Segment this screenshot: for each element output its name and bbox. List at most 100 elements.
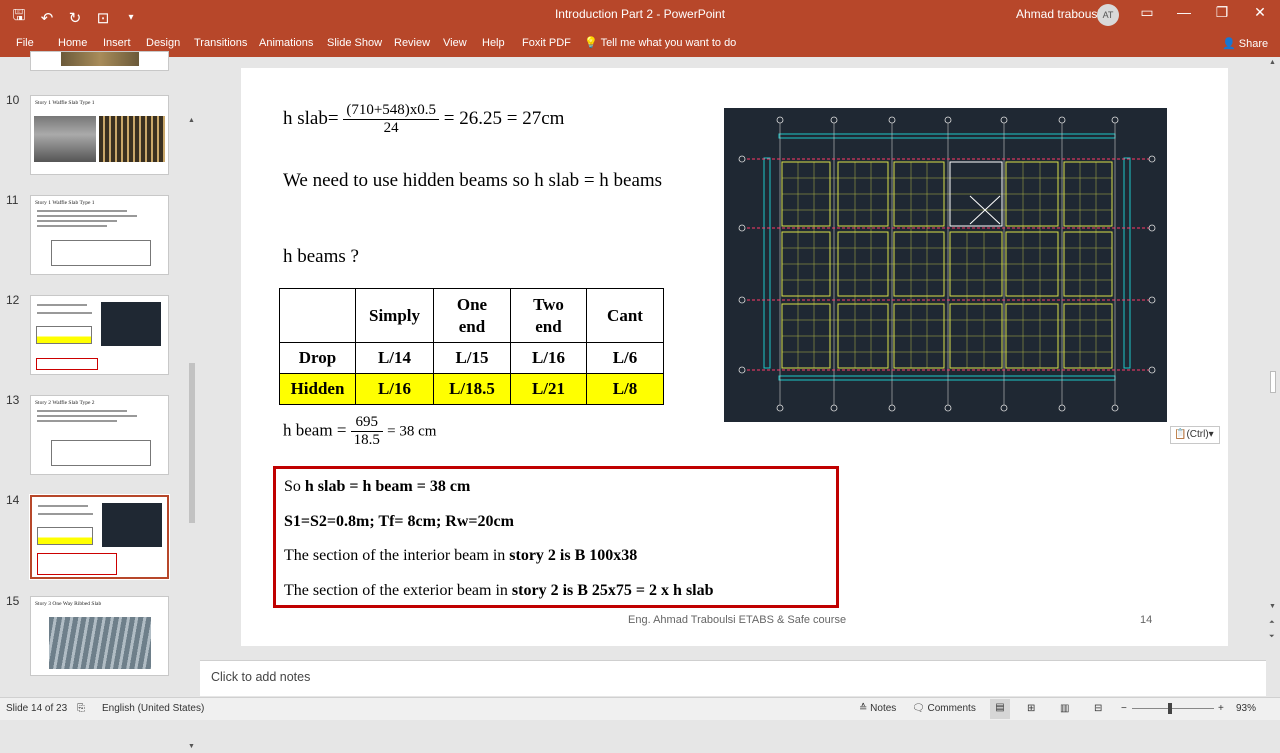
header-one: One	[456, 294, 488, 314]
table-header-row: Simply One end Two end Cant	[279, 288, 664, 343]
tab-transitions[interactable]: Transitions	[194, 37, 247, 49]
thumb-number: 15	[6, 594, 20, 608]
restore-icon[interactable]: ❐	[1211, 4, 1233, 21]
hbeam-numerator: 695	[350, 414, 383, 432]
scroll-down-icon[interactable]: ▼	[188, 743, 195, 750]
table-header-cell: Simply	[355, 288, 434, 343]
reading-view-icon[interactable]: ▥	[1060, 703, 1069, 714]
notes-pane[interactable]: Click to add notes	[200, 660, 1266, 696]
thumb-text-line	[37, 410, 127, 412]
previous-slide-icon[interactable]: ⏶	[1269, 619, 1275, 627]
thumbnail-15[interactable]: Story 3 One Way Ribbed Slab	[30, 596, 169, 676]
table-row: Drop L/14 L/15 L/16 L/6	[279, 342, 664, 374]
comments-toggle[interactable]: 🗨 Comments	[912, 703, 976, 714]
hidden-beams-text[interactable]: We need to use hidden beams so h slab = …	[283, 168, 663, 193]
ribbon-display-icon[interactable]: ▭	[1136, 4, 1158, 21]
scroll-thumb[interactable]	[1270, 371, 1276, 393]
hslab-fraction: (710+548)x0.5 24	[343, 102, 440, 137]
table-header-cell	[279, 288, 356, 343]
thumbnail-14[interactable]	[29, 494, 170, 580]
scroll-thumb[interactable]	[189, 363, 195, 523]
share-label: Share	[1238, 38, 1269, 50]
thumb-title: Story 1 Waffle Slab Type 1	[35, 200, 95, 206]
table-cell: L/15	[433, 342, 511, 374]
minimize-icon[interactable]: —	[1173, 4, 1195, 20]
paste-options-button[interactable]: 📋(Ctrl)▾	[1170, 426, 1220, 444]
tell-me-box[interactable]: 💡 Tell me what you want to do	[584, 36, 736, 49]
table-header-cell: Cant	[586, 288, 664, 343]
tab-review[interactable]: Review	[394, 37, 430, 49]
thumb-photo	[49, 617, 151, 669]
zoom-level[interactable]: 93%	[1236, 703, 1256, 714]
thumb-title: Story 2 Waffle Slab Type 2	[35, 400, 95, 406]
conclusion-box[interactable]: So h slab = h beam = 38 cm S1=S2=0.8m; T…	[273, 466, 839, 608]
thumb-text-line	[37, 210, 127, 212]
scroll-down-icon[interactable]: ▼	[1269, 603, 1276, 610]
slide-sorter-icon[interactable]: ⊞	[1027, 703, 1035, 714]
scroll-up-icon[interactable]: ▲	[1269, 59, 1276, 66]
notes-icon: ≙	[859, 703, 868, 714]
thumb-red-box	[36, 358, 98, 370]
slideshow-icon[interactable]: ⊟	[1094, 703, 1102, 714]
thumb-title: Story 1 Waffle Slab Type 1	[35, 100, 95, 106]
share-button[interactable]: 👤 Share	[1222, 37, 1268, 50]
zoom-slider-thumb[interactable]	[1168, 703, 1172, 714]
tell-me-label: Tell me what you want to do	[600, 37, 737, 49]
zoom-out-icon[interactable]: −	[1121, 703, 1127, 714]
tab-slide-show[interactable]: Slide Show	[327, 37, 382, 49]
tab-foxit-pdf[interactable]: Foxit PDF	[522, 37, 571, 49]
hbeam-formula[interactable]: h beam = 695 18.5 = 38 cm	[283, 414, 436, 449]
editor-scrollbar[interactable]: ▲ ▼ ⏶ ⏷	[1266, 57, 1280, 697]
hbeam-denominator: 18.5	[353, 432, 380, 448]
floor-plan-image[interactable]	[724, 108, 1167, 422]
table-cell: Drop	[279, 342, 356, 374]
thumb-number: 12	[6, 293, 20, 307]
h-beams-question[interactable]: h beams ?	[283, 246, 359, 268]
tab-view[interactable]: View	[443, 37, 467, 49]
tab-help[interactable]: Help	[482, 37, 505, 49]
thumbnail-scrollbar[interactable]: ▲ ▼	[186, 117, 198, 753]
language-indicator[interactable]: English (United States)	[102, 703, 204, 714]
line-bold: S1=S2=0.8m; Tf= 8cm; Rw=20cm	[284, 513, 514, 530]
thumb-photo	[99, 116, 165, 162]
tab-design[interactable]: Design	[146, 37, 180, 49]
hbeam-result: = 38 cm	[387, 423, 437, 440]
tab-home[interactable]: Home	[58, 37, 87, 49]
hslab-result: = 26.25 = 27cm	[443, 107, 565, 129]
hslab-label: h slab=	[283, 107, 339, 129]
close-icon[interactable]: ✕	[1249, 4, 1271, 21]
user-name[interactable]: Ahmad trabousli	[1016, 7, 1103, 21]
zoom-in-icon[interactable]: +	[1218, 703, 1224, 714]
next-slide-icon[interactable]: ⏷	[1269, 633, 1275, 641]
spellcheck-icon[interactable]: ⎘	[77, 703, 85, 714]
thumbnail-11[interactable]: Story 1 Waffle Slab Type 1	[30, 195, 169, 275]
ribbon: File Home Insert Design Transitions Anim…	[0, 30, 1280, 57]
tab-file[interactable]: File	[16, 37, 34, 49]
zoom-slider[interactable]	[1132, 708, 1214, 709]
thumbnail-10[interactable]: Story 1 Waffle Slab Type 1	[30, 95, 169, 175]
slide-number: 14	[1140, 614, 1153, 626]
thumb-table	[37, 527, 93, 545]
scroll-up-icon[interactable]: ▲	[188, 117, 195, 124]
thumb-text-line	[37, 420, 117, 422]
thumb-table	[36, 326, 92, 344]
thumbnail-9[interactable]	[30, 51, 169, 71]
tab-animations[interactable]: Animations	[259, 37, 313, 49]
thumb-text-line	[37, 304, 87, 306]
thumb-text-line	[37, 215, 137, 217]
notes-toggle[interactable]: ≙ Notes	[859, 703, 896, 714]
thumb-table	[51, 440, 151, 466]
normal-view-icon[interactable]: ▤	[990, 699, 1010, 719]
chevron-down-icon: ▾	[1208, 429, 1214, 440]
thumbnail-12[interactable]	[30, 295, 169, 375]
thumb-text-line	[38, 505, 88, 507]
avatar[interactable]: AT	[1097, 4, 1119, 26]
thumbnail-13[interactable]: Story 2 Waffle Slab Type 2	[30, 395, 169, 475]
tab-insert[interactable]: Insert	[103, 37, 131, 49]
table-row-highlighted: Hidden L/16 L/18.5 L/21 L/8	[279, 373, 664, 405]
thumb-number: 10	[6, 93, 20, 107]
hslab-formula[interactable]: h slab= (710+548)x0.5 24 = 26.25 = 27cm	[283, 102, 564, 137]
notes-placeholder[interactable]: Click to add notes	[211, 670, 310, 684]
beam-depth-table[interactable]: Simply One end Two end Cant Drop L/14 L/15…	[279, 288, 664, 405]
floor-plan-drawing	[738, 116, 1156, 412]
